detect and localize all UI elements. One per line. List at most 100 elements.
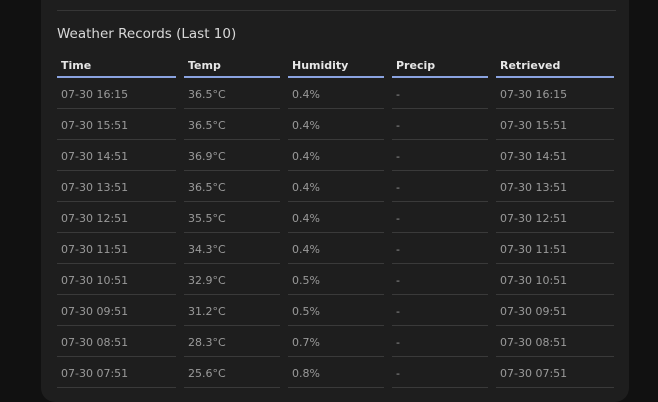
cell-humidity: 0.4% bbox=[288, 171, 392, 202]
cell-value: 07-30 10:51 bbox=[496, 264, 614, 295]
column-header-temp: Temp bbox=[184, 55, 288, 78]
cell-value: 0.8% bbox=[288, 357, 384, 388]
cell-retrieved: 07-30 12:51 bbox=[496, 202, 614, 233]
cell-temp: 32.9°C bbox=[184, 264, 288, 295]
table-row: 07-30 14:51 36.9°C 0.4% -07-30 14:51 bbox=[57, 140, 614, 171]
cell-precip: - bbox=[392, 264, 496, 295]
table-header-row: Time Temp Humidity Precip Retrieved bbox=[57, 55, 614, 78]
cell-temp: 36.5°C bbox=[184, 171, 288, 202]
cell-humidity: 0.8% bbox=[288, 357, 392, 388]
section-divider bbox=[57, 10, 616, 11]
cell-value: 07-30 15:51 bbox=[496, 109, 614, 140]
cell-value: - bbox=[392, 109, 488, 140]
cell-value: 0.4% bbox=[288, 202, 384, 233]
cell-value: 07-30 09:51 bbox=[496, 295, 614, 326]
table-row: 07-30 12:51 35.5°C 0.4% -07-30 12:51 bbox=[57, 202, 614, 233]
cell-value: - bbox=[392, 78, 488, 109]
column-header-label: Temp bbox=[184, 55, 280, 78]
cell-value: 35.5°C bbox=[184, 202, 280, 233]
cell-precip: - bbox=[392, 171, 496, 202]
cell-value: 07-30 08:51 bbox=[496, 326, 614, 357]
cell-value: 0.5% bbox=[288, 264, 384, 295]
column-header-label: Time bbox=[57, 55, 176, 78]
cell-value: 0.5% bbox=[288, 295, 384, 326]
cell-time: 07-30 11:51 bbox=[57, 233, 184, 264]
cell-value: - bbox=[392, 295, 488, 326]
cell-value: 07-30 11:51 bbox=[496, 233, 614, 264]
cell-value: 07-30 12:51 bbox=[496, 202, 614, 233]
cell-value: 07-30 08:51 bbox=[57, 326, 176, 357]
cell-value: 07-30 12:51 bbox=[57, 202, 176, 233]
cell-retrieved: 07-30 16:15 bbox=[496, 78, 614, 109]
weather-records-card: Weather Records (Last 10) Time Temp Humi… bbox=[41, 0, 629, 402]
cell-value: 07-30 16:15 bbox=[496, 78, 614, 109]
section-title: Weather Records (Last 10) bbox=[57, 26, 237, 42]
cell-temp: 28.3°C bbox=[184, 326, 288, 357]
cell-value: - bbox=[392, 264, 488, 295]
cell-value: 36.9°C bbox=[184, 140, 280, 171]
cell-retrieved: 07-30 08:51 bbox=[496, 326, 614, 357]
cell-value: 07-30 07:51 bbox=[57, 357, 176, 388]
column-header-precip: Precip bbox=[392, 55, 496, 78]
cell-precip: - bbox=[392, 295, 496, 326]
cell-retrieved: 07-30 10:51 bbox=[496, 264, 614, 295]
cell-time: 07-30 09:51 bbox=[57, 295, 184, 326]
cell-precip: - bbox=[392, 78, 496, 109]
cell-time: 07-30 08:51 bbox=[57, 326, 184, 357]
table-body: 07-30 16:15 36.5°C 0.4% -07-30 16:15 07-30 1… bbox=[57, 78, 614, 388]
table-row: 07-30 10:51 32.9°C 0.5% -07-30 10:51 bbox=[57, 264, 614, 295]
cell-temp: 36.5°C bbox=[184, 109, 288, 140]
cell-humidity: 0.4% bbox=[288, 202, 392, 233]
cell-value: 36.5°C bbox=[184, 78, 280, 109]
cell-value: - bbox=[392, 233, 488, 264]
cell-time: 07-30 07:51 bbox=[57, 357, 184, 388]
cell-value: 36.5°C bbox=[184, 109, 280, 140]
cell-humidity: 0.4% bbox=[288, 140, 392, 171]
table-row: 07-30 07:51 25.6°C 0.8% -07-30 07:51 bbox=[57, 357, 614, 388]
table-row: 07-30 08:51 28.3°C 0.7% -07-30 08:51 bbox=[57, 326, 614, 357]
column-header-label: Retrieved bbox=[496, 55, 614, 78]
cell-precip: - bbox=[392, 109, 496, 140]
cell-retrieved: 07-30 14:51 bbox=[496, 140, 614, 171]
cell-retrieved: 07-30 11:51 bbox=[496, 233, 614, 264]
cell-value: 32.9°C bbox=[184, 264, 280, 295]
cell-value: 07-30 11:51 bbox=[57, 233, 176, 264]
cell-temp: 34.3°C bbox=[184, 233, 288, 264]
cell-value: 0.4% bbox=[288, 171, 384, 202]
cell-retrieved: 07-30 09:51 bbox=[496, 295, 614, 326]
cell-value: 34.3°C bbox=[184, 233, 280, 264]
cell-value: 07-30 15:51 bbox=[57, 109, 176, 140]
cell-humidity: 0.4% bbox=[288, 109, 392, 140]
column-header-label: Precip bbox=[392, 55, 488, 78]
cell-value: 07-30 14:51 bbox=[496, 140, 614, 171]
cell-retrieved: 07-30 13:51 bbox=[496, 171, 614, 202]
cell-value: 0.7% bbox=[288, 326, 384, 357]
cell-temp: 25.6°C bbox=[184, 357, 288, 388]
column-header-label: Humidity bbox=[288, 55, 384, 78]
cell-value: 36.5°C bbox=[184, 171, 280, 202]
cell-precip: - bbox=[392, 233, 496, 264]
cell-value: - bbox=[392, 171, 488, 202]
cell-value: - bbox=[392, 357, 488, 388]
cell-temp: 36.9°C bbox=[184, 140, 288, 171]
cell-humidity: 0.7% bbox=[288, 326, 392, 357]
cell-temp: 31.2°C bbox=[184, 295, 288, 326]
cell-value: 25.6°C bbox=[184, 357, 280, 388]
cell-time: 07-30 16:15 bbox=[57, 78, 184, 109]
cell-value: 07-30 14:51 bbox=[57, 140, 176, 171]
table-row: 07-30 11:51 34.3°C 0.4% -07-30 11:51 bbox=[57, 233, 614, 264]
cell-value: 28.3°C bbox=[184, 326, 280, 357]
cell-time: 07-30 14:51 bbox=[57, 140, 184, 171]
cell-value: 07-30 09:51 bbox=[57, 295, 176, 326]
cell-precip: - bbox=[392, 357, 496, 388]
cell-humidity: 0.4% bbox=[288, 78, 392, 109]
cell-value: 0.4% bbox=[288, 140, 384, 171]
cell-value: 07-30 10:51 bbox=[57, 264, 176, 295]
cell-precip: - bbox=[392, 326, 496, 357]
weather-records-table: Time Temp Humidity Precip Retrieved 07-3… bbox=[57, 55, 614, 388]
cell-value: 0.4% bbox=[288, 109, 384, 140]
cell-value: 0.4% bbox=[288, 78, 384, 109]
cell-value: 0.4% bbox=[288, 233, 384, 264]
table-row: 07-30 13:51 36.5°C 0.4% -07-30 13:51 bbox=[57, 171, 614, 202]
cell-value: 07-30 16:15 bbox=[57, 78, 176, 109]
